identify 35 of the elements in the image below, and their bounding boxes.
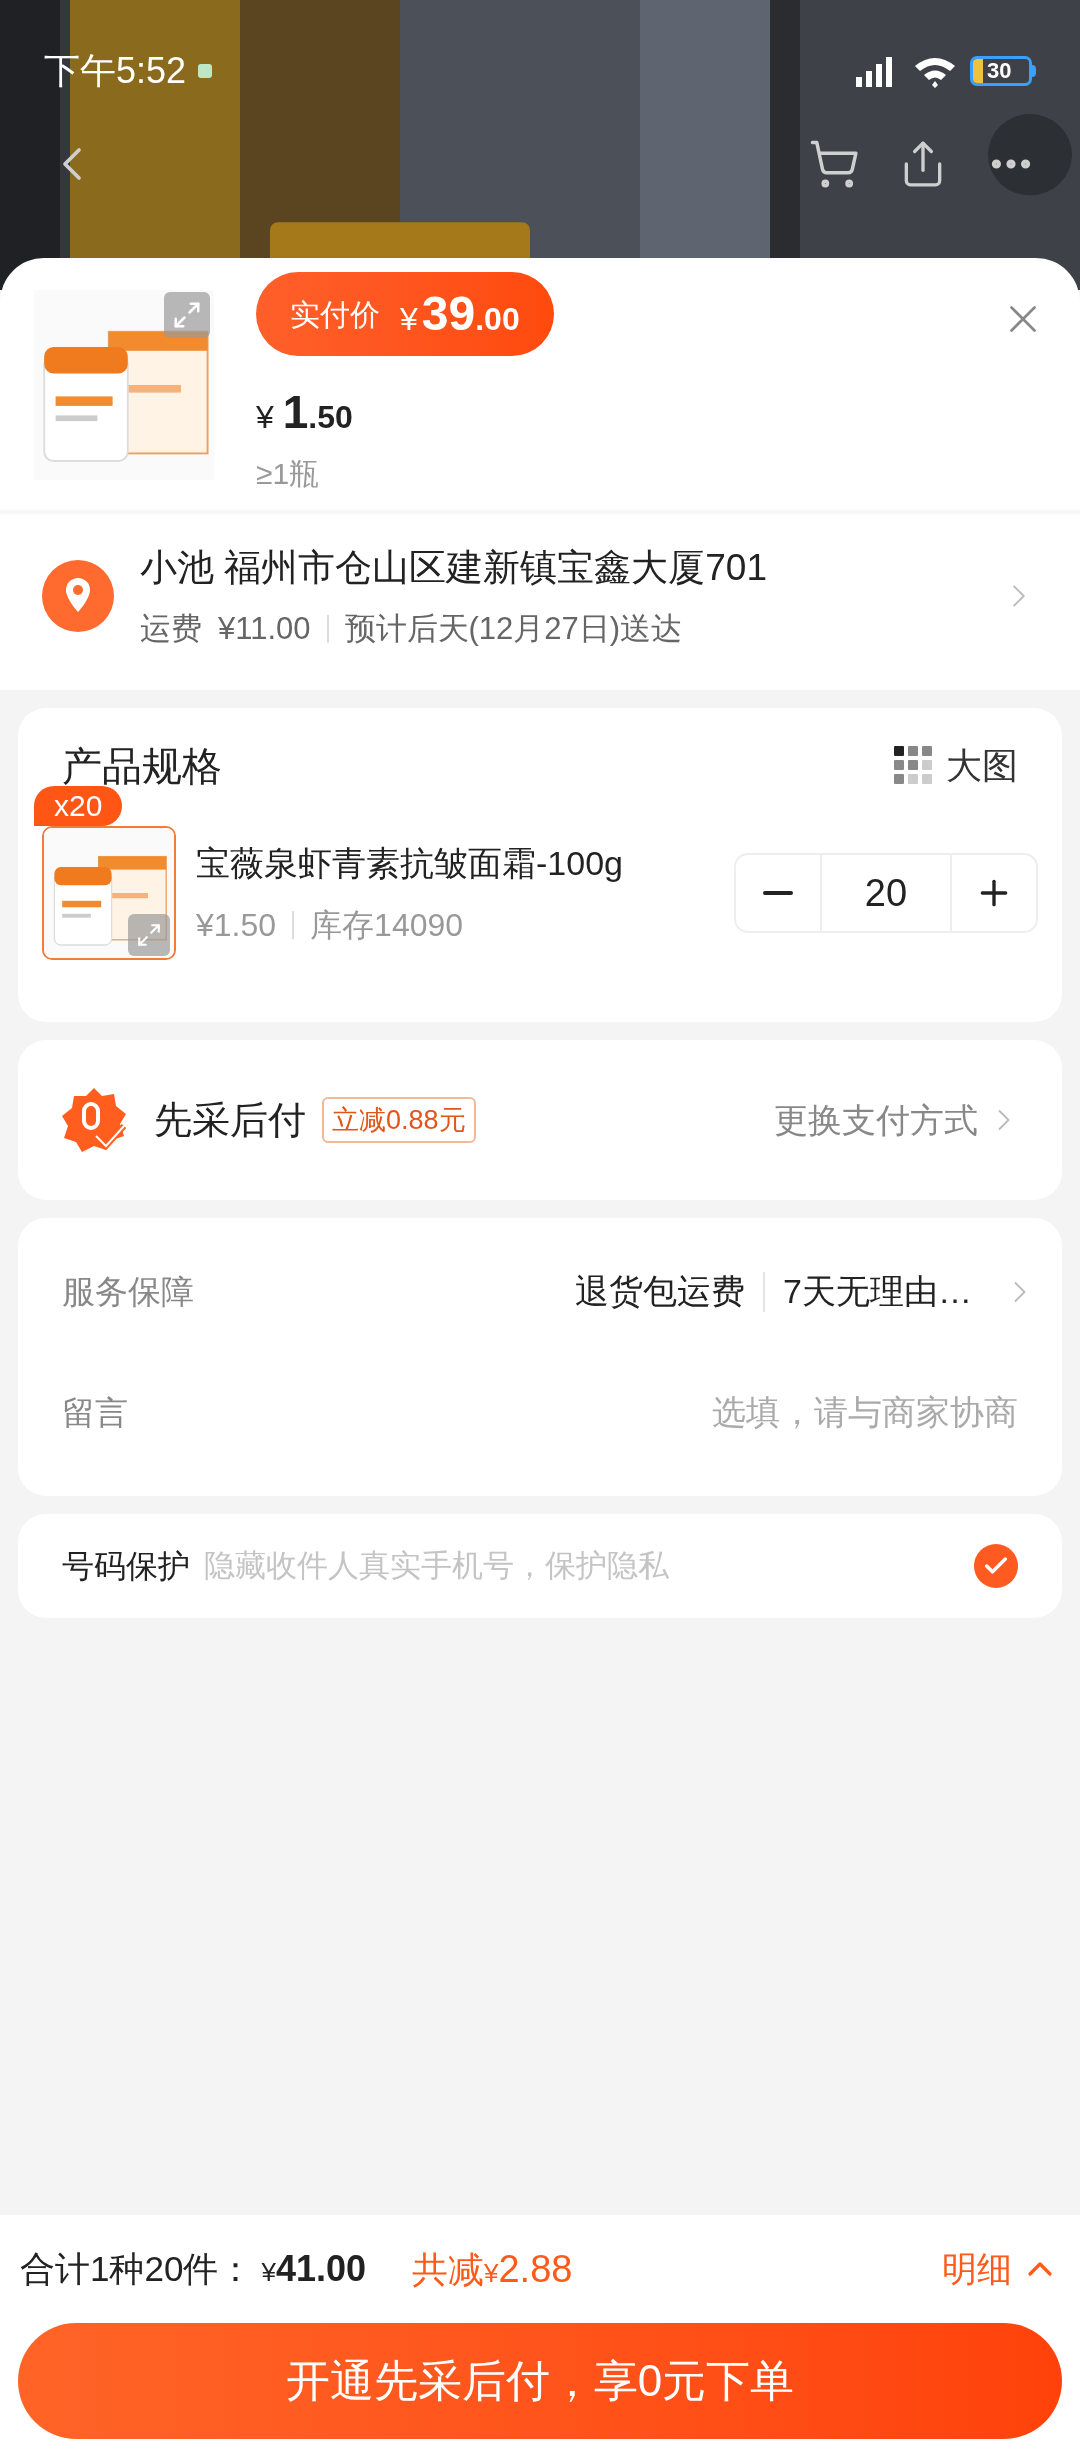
product-name: 宝薇泉虾青素抗皱面霜-100g — [196, 842, 624, 884]
payment-card[interactable]: 先采后付 立减0.88元 更换支付方式 — [18, 1040, 1062, 1200]
address-text: 小池 福州市仓山区建新镇宝鑫大厦701 — [140, 546, 768, 590]
location-icon — [42, 560, 114, 632]
total-discount: 共减¥2.88 — [411, 2246, 573, 2292]
quantity-badge: x20 — [34, 786, 123, 826]
price-label: 实付价 — [290, 296, 380, 333]
service-tag: 7天无理由… — [783, 1266, 972, 1317]
shipping-label: 运费 — [140, 609, 202, 648]
phone-protection-label: 号码保护 — [62, 1547, 190, 1586]
delivery-estimate: 预计后天(12月27日)送达 — [344, 609, 683, 648]
price-value: ¥39.00 — [400, 286, 520, 342]
total-label: 合计1种20件： — [20, 2247, 254, 2290]
large-view-toggle[interactable]: 大图 — [894, 739, 1018, 793]
protection-checkbox[interactable] — [974, 1544, 1018, 1588]
stock-count: 库存14090 — [310, 905, 464, 945]
message-field[interactable]: 选填，请与商家协商 — [128, 1387, 1018, 1438]
discount-tag: 立减0.88元 — [322, 1097, 476, 1143]
grid-icon — [894, 746, 934, 786]
product-price: ¥1.50 — [196, 905, 277, 945]
quantity-stepper[interactable]: 20 — [734, 853, 1038, 933]
minimum-quantity: ≥1瓶 — [256, 456, 321, 492]
unit-price: ¥ 1.50 — [256, 385, 354, 440]
phone-protection-hint: 隐藏收件人真实手机号，保护隐私 — [204, 1546, 669, 1585]
service-label: 服务保障 — [62, 1271, 194, 1312]
minus-icon — [763, 891, 793, 895]
payment-title: 先采后付 — [154, 1097, 306, 1143]
message-label: 留言 — [62, 1392, 128, 1433]
change-payment-link[interactable]: 更换支付方式 — [774, 1094, 978, 1146]
shipping-fee: ¥11.00 — [218, 609, 311, 648]
total-amount: ¥41.00 — [261, 2247, 366, 2291]
service-row[interactable]: 服务保障 退货包运费 7天无理由… — [42, 1266, 1038, 1317]
expand-icon[interactable] — [164, 292, 210, 338]
quantity-field[interactable]: 20 — [820, 855, 952, 931]
service-tag: 退货包运费 — [575, 1266, 746, 1317]
